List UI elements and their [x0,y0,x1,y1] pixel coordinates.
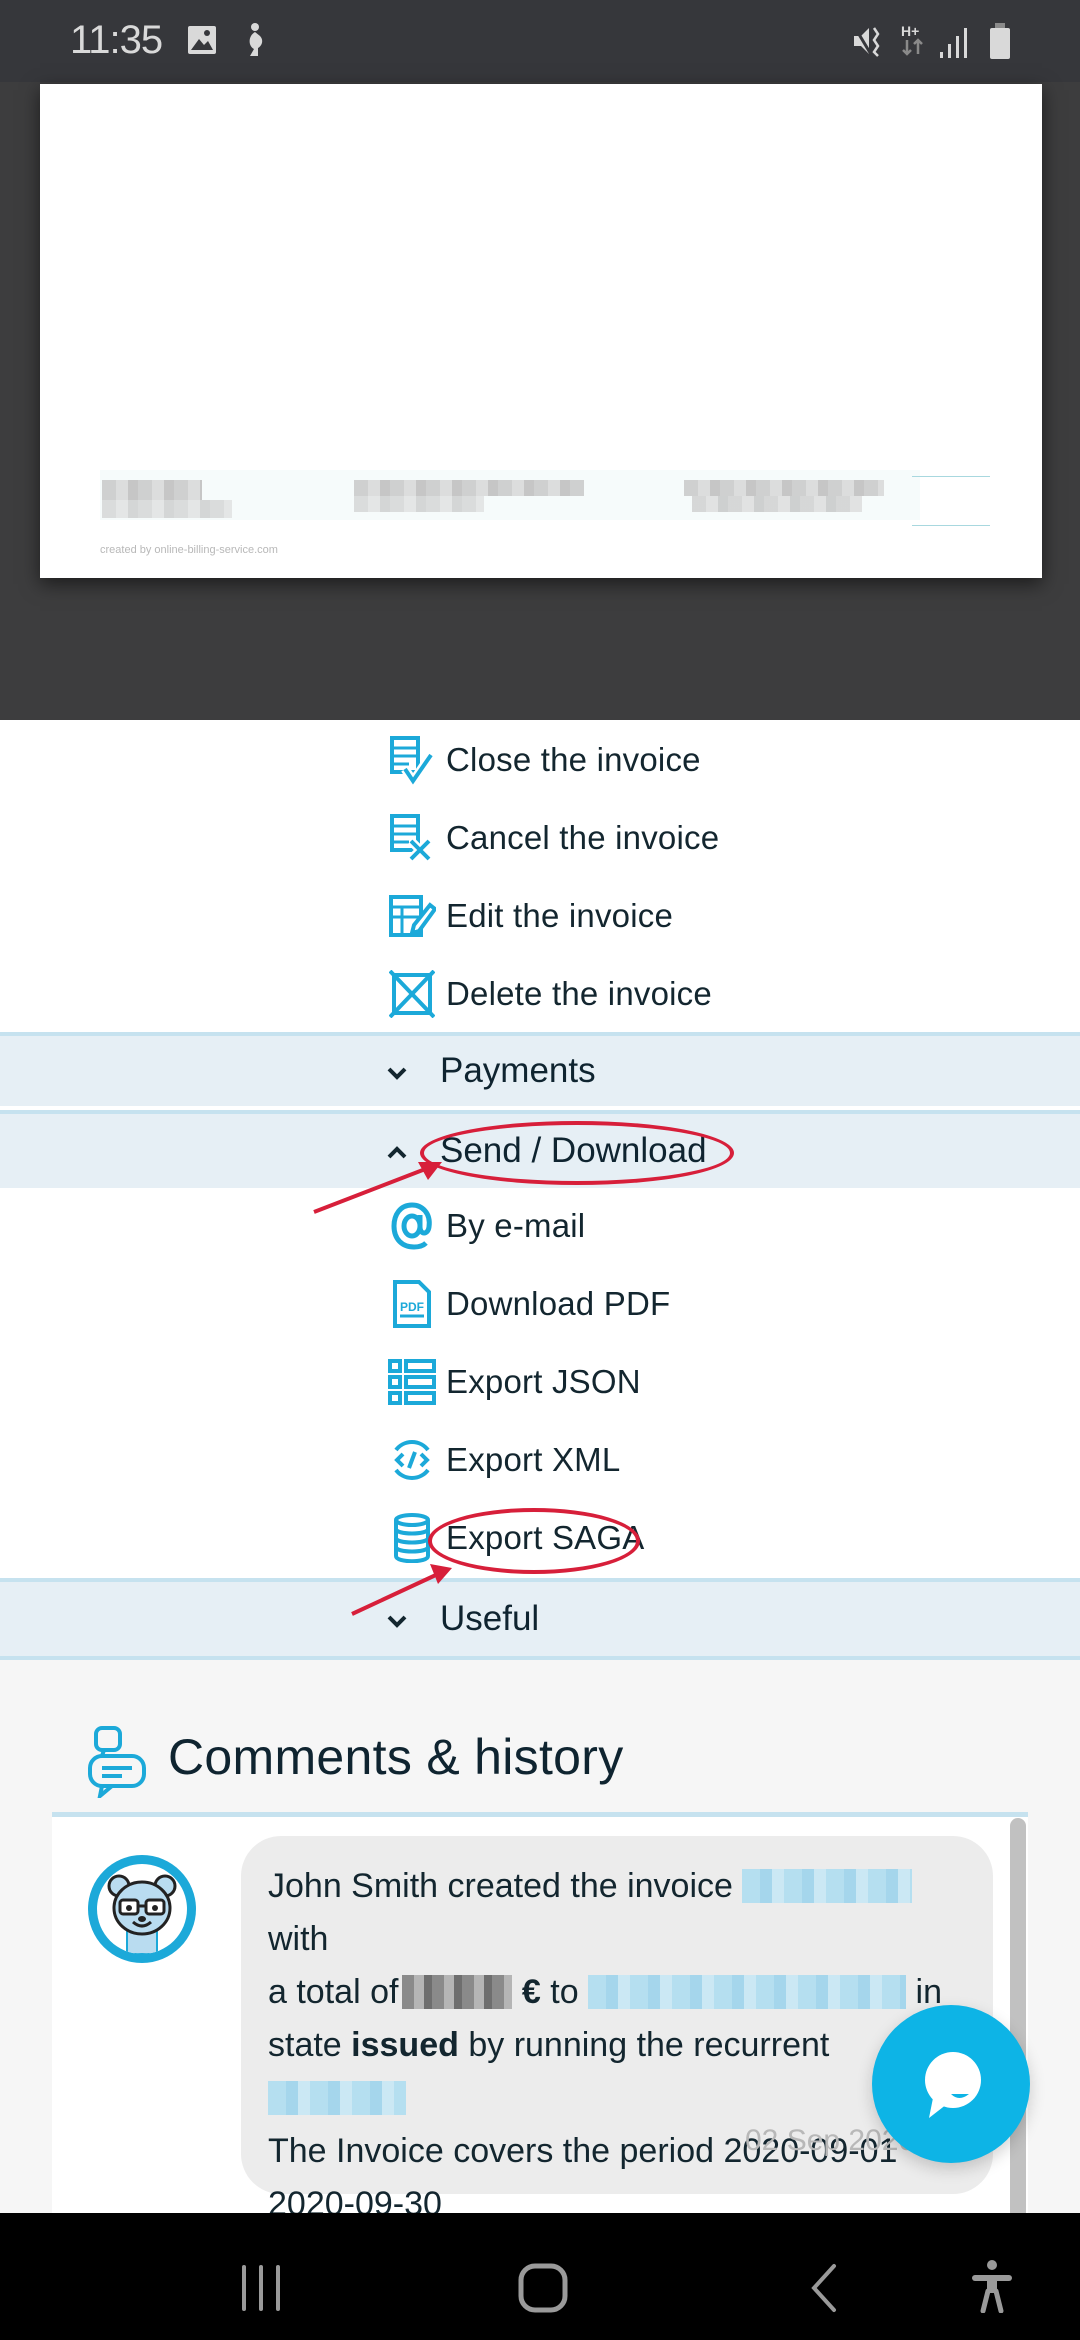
action-label: Export XML [446,1441,621,1478]
action-label: Close the invoice [446,741,701,778]
action-label: Cancel the invoice [446,819,720,856]
back-icon[interactable] [808,2263,838,2313]
action-label: By e-mail [446,1207,586,1244]
comment-fragment: John Smith created the invoice [268,1867,733,1905]
redacted-client-name[interactable] [588,1975,907,2009]
redacted-amount [402,1975,513,2009]
section-useful[interactable]: Useful [0,1578,1080,1660]
section-title: Payments [440,1051,596,1090]
redacted-invoice-number[interactable] [742,1869,913,1903]
annotation-arrow [351,1564,452,1616]
section-payments[interactable]: Payments [0,1032,1080,1106]
edit-invoice-action[interactable]: Edit the invoice [386,886,673,946]
invoice-check-icon [386,734,438,786]
chevron-down-icon [382,1056,412,1087]
action-label: Edit the invoice [446,897,673,934]
avatar [88,1855,196,1963]
accessibility-icon[interactable] [970,2259,1014,2313]
cancel-invoice-action[interactable]: Cancel the invoice [386,808,719,868]
redacted-text [354,480,584,496]
redacted-text [354,496,484,512]
comments-title: Comments & history [168,1729,624,1785]
list-icon [386,1356,438,1408]
gallery-icon [188,26,216,54]
redacted-text [684,480,884,496]
comments-icon [88,1726,146,1798]
invoice-cancel-icon [386,812,438,864]
comment-text: John Smith created the invoice with a to… [268,1860,968,2231]
battery-icon [990,23,1010,59]
currency-symbol: € [521,1973,541,2011]
action-label: Download PDF [446,1285,671,1322]
credit-text: created by online-billing-service.com [100,544,278,556]
export-json-action[interactable]: Export JSON [386,1352,641,1412]
invoice-state: issued [351,2026,459,2064]
svg-text:PDF: PDF [400,1300,424,1314]
redacted-text [692,496,862,512]
clock: 11:35 [70,18,163,62]
pdf-file-icon: PDF [386,1278,438,1330]
divider [912,525,990,526]
action-label: Export JSON [446,1363,641,1400]
redacted-text [102,480,202,500]
comment-fragment: to [550,1973,579,2011]
divider [912,476,990,477]
comments-scrollbar[interactable] [1010,1818,1026,2214]
annotation-arrow [313,1162,442,1214]
bear-avatar-icon [107,1874,177,1954]
comment-fragment: a total of [268,1973,399,2011]
comment-fragment: with [268,1920,329,1958]
export-xml-action[interactable]: Export XML [386,1430,620,1490]
code-icon [386,1434,438,1486]
redacted-recurrent-name[interactable] [268,2081,406,2115]
delete-box-icon [386,968,438,1020]
redacted-text [102,500,232,518]
navigation-bar [0,2213,1080,2340]
action-label: Delete the invoice [446,975,712,1012]
invoice-document[interactable]: created by online-billing-service.com [40,84,1042,578]
accessibility-service-icon [249,23,263,56]
chat-widget-button[interactable] [872,2005,1030,2163]
invoice-preview-area: created by online-billing-service.com [0,82,1080,720]
network-hplus-icon: H+ [901,23,923,56]
annotation-ellipse-send-download [420,1121,734,1185]
vibrate-mute-icon [852,25,880,57]
status-bar: 11:35 H+ [0,0,1080,82]
signal-icon [940,28,967,58]
annotation-ellipse-export-saga [428,1508,640,1574]
comment-fragment: state [268,2026,342,2064]
home-icon[interactable] [518,2263,568,2313]
invoice-edit-icon [386,890,438,942]
delete-invoice-action[interactable]: Delete the invoice [386,964,712,1024]
comment-fragment: by running the recurrent [468,2026,830,2064]
svg-text:H+: H+ [901,23,919,39]
chat-bubble-icon [925,2052,981,2118]
close-invoice-action[interactable]: Close the invoice [386,730,701,790]
download-pdf-action[interactable]: PDF Download PDF [386,1274,670,1334]
recent-apps-icon[interactable] [238,2263,284,2313]
